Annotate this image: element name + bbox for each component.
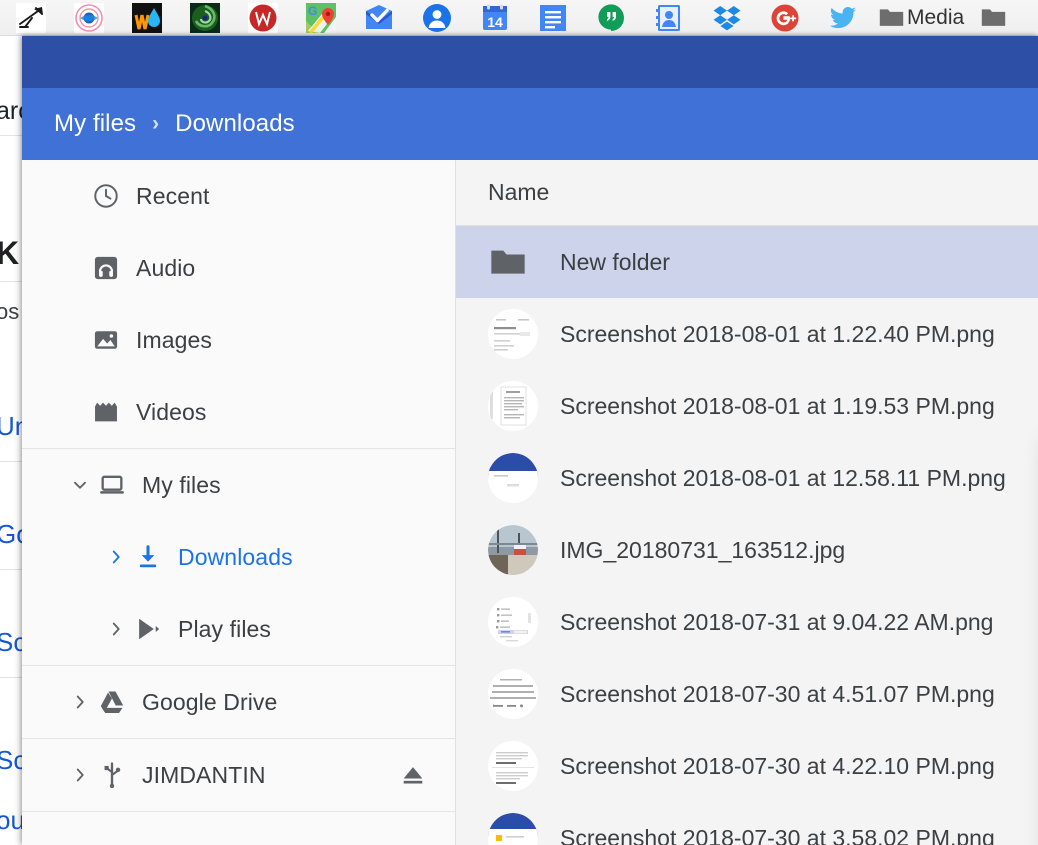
- bookmark-folder-media-label: Media: [907, 5, 965, 29]
- file-list-header: Name: [456, 160, 1038, 226]
- sidebar-item-recent-label: Recent: [136, 182, 210, 209]
- sidebar-group-my-files: My files Downloads Play files: [22, 449, 455, 666]
- file-list: Name New folder Screenshot 2018-08-01 at…: [456, 160, 1038, 845]
- breadcrumb-downloads[interactable]: Downloads: [175, 110, 295, 138]
- google-calendar-icon[interactable]: 14: [466, 0, 524, 36]
- file-thumbnail: [488, 597, 538, 647]
- google-contacts-icon[interactable]: [408, 0, 466, 36]
- eject-icon[interactable]: [399, 761, 427, 789]
- sidebar-item-google-drive-label: Google Drive: [142, 688, 278, 715]
- sidebar-item-my-files-label: My files: [142, 471, 221, 498]
- google-photos-contacts-icon[interactable]: [640, 0, 698, 36]
- sidebar-item-images-label: Images: [136, 326, 213, 353]
- chevron-right-icon[interactable]: [62, 764, 98, 786]
- svg-text:14: 14: [487, 14, 503, 30]
- google-docs-icon[interactable]: [524, 0, 582, 36]
- google-hangouts-icon[interactable]: [582, 0, 640, 36]
- file-thumbnail: [488, 813, 538, 845]
- table-row[interactable]: New folder: [456, 226, 1038, 298]
- sidebar-item-audio[interactable]: Audio: [22, 232, 455, 304]
- table-row[interactable]: Screenshot 2018-08-01 at 12.58.11 PM.png: [456, 442, 1038, 514]
- sidebar-group-removable: JIMDANTIN: [22, 739, 455, 812]
- file-name: Screenshot 2018-08-01 at 12.58.11 PM.png: [560, 464, 1006, 491]
- file-thumbnail: [488, 669, 538, 719]
- chevron-right-icon[interactable]: [62, 691, 98, 713]
- sidebar-item-images[interactable]: Images: [22, 304, 455, 376]
- bookmark-folder-media[interactable]: Media: [872, 0, 974, 36]
- sidebar-item-videos[interactable]: Videos: [22, 376, 455, 448]
- sidebar-item-my-files[interactable]: My files: [22, 449, 455, 521]
- laptop-icon: [98, 471, 142, 499]
- google-drive-icon: [98, 688, 142, 716]
- breadcrumb-my-files[interactable]: My files: [54, 110, 136, 138]
- file-name: New folder: [560, 248, 670, 275]
- table-row[interactable]: Screenshot 2018-07-30 at 4.51.07 PM.png: [456, 658, 1038, 730]
- sidebar-item-play-files-label: Play files: [178, 615, 272, 642]
- sidebar-item-google-drive[interactable]: Google Drive: [22, 666, 455, 738]
- file-thumbnail: [488, 453, 538, 503]
- bom-radar-icon[interactable]: [60, 0, 118, 36]
- sidebar-item-downloads[interactable]: Downloads: [22, 521, 455, 593]
- files-toolbar: My files › Downloads: [22, 88, 1038, 160]
- table-row[interactable]: Screenshot 2018-08-01 at 1.19.53 PM.png: [456, 370, 1038, 442]
- twitter-icon[interactable]: [814, 0, 872, 36]
- file-name: IMG_20180731_163512.jpg: [560, 536, 846, 563]
- table-row[interactable]: Screenshot 2018-07-30 at 4.22.10 PM.png: [456, 730, 1038, 802]
- sidebar-item-recent[interactable]: Recent: [22, 160, 455, 232]
- sidebar-item-videos-label: Videos: [136, 398, 207, 425]
- sidebar-item-downloads-label: Downloads: [178, 543, 293, 570]
- file-name: Screenshot 2018-07-30 at 4.51.07 PM.png: [560, 680, 995, 707]
- file-name: Screenshot 2018-07-30 at 4.22.10 PM.png: [560, 752, 995, 779]
- play-store-icon: [134, 615, 178, 643]
- audio-icon: [92, 254, 136, 282]
- bookmark-folder-overflow[interactable]: [974, 0, 1019, 36]
- folder-icon: [982, 9, 1006, 26]
- breadcrumb-separator-icon: ›: [152, 112, 160, 135]
- wunderground-icon[interactable]: [234, 0, 292, 36]
- file-name: Screenshot 2018-07-30 at 3.58.02 PM.png: [560, 824, 995, 845]
- google-inbox-icon[interactable]: [350, 0, 408, 36]
- chevron-right-icon[interactable]: [98, 618, 134, 640]
- google-plus-icon[interactable]: [756, 0, 814, 36]
- files-sidebar: Recent Audio Images Videos My files Down…: [22, 160, 456, 845]
- bookmarks-bar[interactable]: G 14 Media: [0, 0, 1038, 36]
- file-thumbnail: [488, 381, 538, 431]
- file-thumbnail: [488, 309, 538, 359]
- folder-icon: [488, 242, 534, 282]
- sidebar-item-jimdantin[interactable]: JIMDANTIN: [22, 739, 455, 811]
- sidebar-item-jimdantin-label: JIMDANTIN: [142, 761, 266, 788]
- file-thumbnail: [488, 525, 538, 575]
- file-name: Screenshot 2018-08-01 at 1.19.53 PM.png: [560, 392, 995, 419]
- folder-icon: [879, 9, 904, 26]
- usb-icon: [98, 761, 142, 789]
- google-maps-icon[interactable]: G: [292, 0, 350, 36]
- screen: arc K os Un Go Sc Sc ou: [0, 0, 1038, 845]
- video-icon: [92, 398, 136, 426]
- chevron-down-icon[interactable]: [62, 474, 98, 496]
- files-body: Recent Audio Images Videos My files Down…: [22, 160, 1038, 845]
- file-thumbnail: [488, 741, 538, 791]
- sidebar-group-google-drive: Google Drive: [22, 666, 455, 739]
- sidebar-item-audio-label: Audio: [136, 254, 196, 281]
- weatherzone-icon[interactable]: [118, 0, 176, 36]
- file-name: Screenshot 2018-08-01 at 1.22.40 PM.png: [560, 320, 995, 347]
- image-icon: [92, 326, 136, 354]
- windy-icon[interactable]: [176, 0, 234, 36]
- table-row[interactable]: IMG_20180731_163512.jpg: [456, 514, 1038, 586]
- sidebar-item-play-files[interactable]: Play files: [22, 593, 455, 665]
- telescope-icon[interactable]: [2, 0, 60, 36]
- files-app-window: My files › Downloads Recent Audio Images…: [22, 36, 1038, 845]
- window-titlebar: [22, 36, 1038, 88]
- download-icon: [134, 543, 178, 571]
- table-row[interactable]: Screenshot 2018-07-30 at 3.58.02 PM.png: [456, 802, 1038, 845]
- table-row[interactable]: Screenshot 2018-08-01 at 1.22.40 PM.png: [456, 298, 1038, 370]
- sidebar-group-shortcuts: Recent Audio Images Videos: [22, 160, 455, 449]
- table-row[interactable]: Screenshot 2018-07-31 at 9.04.22 AM.png: [456, 586, 1038, 658]
- column-header-name[interactable]: Name: [488, 179, 549, 206]
- clock-icon: [92, 182, 136, 210]
- dropbox-icon[interactable]: [698, 0, 756, 36]
- svg-text:G: G: [308, 4, 317, 18]
- file-name: Screenshot 2018-07-31 at 9.04.22 AM.png: [560, 608, 994, 635]
- chevron-right-icon[interactable]: [98, 546, 134, 568]
